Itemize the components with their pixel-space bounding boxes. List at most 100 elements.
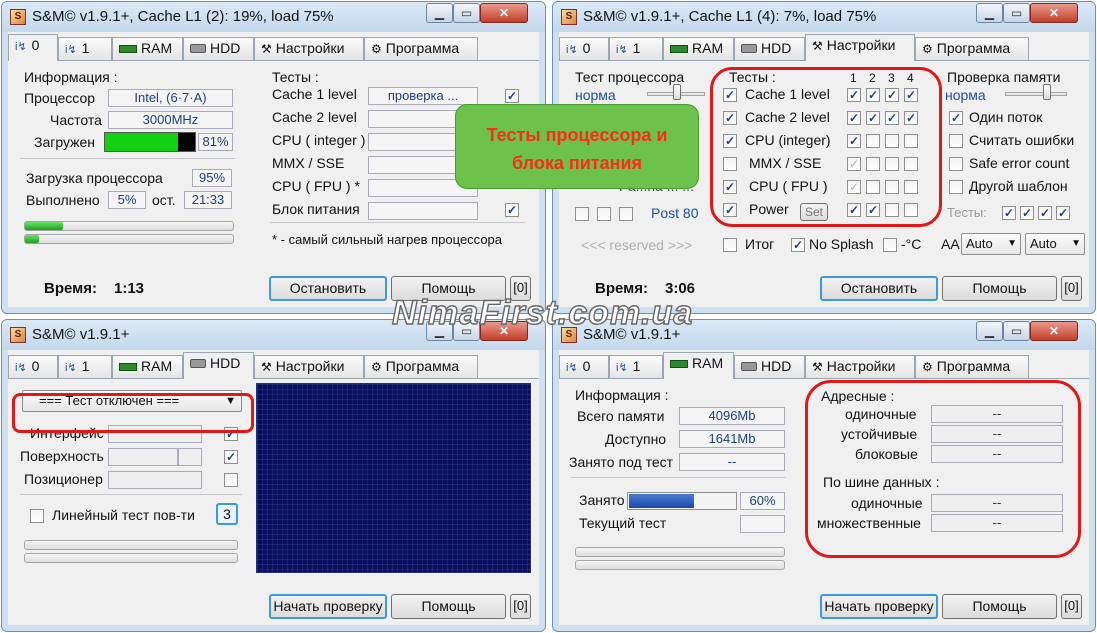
cpu-test-label: Тест процессора (575, 69, 685, 85)
tab-settings[interactable]: ⚒ Настройки (254, 37, 364, 60)
memcheck-slider-thumb[interactable] (1043, 84, 1051, 100)
linear-test-checkbox[interactable] (30, 509, 44, 523)
hdd-surface-map (256, 383, 531, 573)
tab-program[interactable]: ⚙ Программа (915, 37, 1029, 60)
cpu-load-label: Загрузка процессора (26, 170, 163, 186)
help-button[interactable]: Помощь (942, 594, 1057, 619)
tab-hdd[interactable]: HDD (734, 355, 805, 378)
tab-program[interactable]: ⚙ Программа (915, 355, 1029, 378)
celsius-checkbox[interactable] (883, 238, 897, 252)
post-checkbox-1[interactable] (575, 207, 589, 221)
tab-ram[interactable]: RAM (112, 37, 183, 60)
info-header: Информация : (575, 387, 669, 403)
help-button[interactable]: Помощь (942, 276, 1057, 301)
ram-icon (670, 45, 688, 53)
close-button[interactable]: ✕ (1030, 321, 1078, 341)
surface-value-1 (108, 448, 178, 466)
minimize-button[interactable]: ▁ (426, 3, 453, 23)
test-cache1-checkbox[interactable]: ✓ (505, 89, 519, 103)
load-meter (104, 132, 196, 152)
window-title: S&M© v1.9.1+, Cache L1 (2): 19%, load 75… (32, 8, 334, 25)
tab-0[interactable]: i↯ 0 (559, 37, 609, 60)
mem-test-checkbox-4[interactable]: ✓ (1056, 206, 1070, 220)
memcheck-slider-track[interactable] (1005, 92, 1067, 96)
title-bar[interactable]: S S&M© v1.9.1+, Cache L1 (4): 7%, load 7… (553, 2, 1095, 32)
avail-value: 1641Mb (679, 430, 785, 448)
title-bar[interactable]: S S&M© v1.9.1+, Cache L1 (2): 19%, load … (2, 2, 545, 32)
counter-button[interactable]: [0] (1061, 594, 1082, 619)
tab-0[interactable]: i↯ 0 (8, 355, 58, 378)
hdd-icon (741, 362, 757, 371)
minimize-button[interactable]: ▁ (976, 3, 1003, 23)
other-pattern-checkbox[interactable] (949, 180, 963, 194)
tab-ram[interactable]: RAM (112, 355, 183, 378)
maximize-button[interactable]: ▭ (453, 3, 480, 23)
linear-count-field[interactable]: 3 (216, 503, 238, 525)
load-value: 81% (198, 133, 233, 151)
mem-test-checkbox-1[interactable]: ✓ (1002, 206, 1016, 220)
tab-settings[interactable]: ⚒ Настройки (805, 34, 915, 61)
aa-select-1[interactable]: Auto ▼ (961, 233, 1021, 255)
wrench-icon: ⚒ (812, 39, 823, 53)
test-int-label: CPU ( integer ) (272, 132, 366, 148)
cpu-load-value: 95% (192, 169, 232, 187)
nosplash-checkbox[interactable]: ✓ (791, 238, 805, 252)
used-label: Занято (579, 492, 625, 508)
tab-ram[interactable]: RAM (663, 37, 734, 60)
tab-1[interactable]: i↯ 1 (609, 355, 663, 378)
total-value: 4096Mb (679, 407, 785, 425)
load-label: Загружен (34, 134, 96, 150)
post-checkbox-2[interactable] (597, 207, 611, 221)
tab-0[interactable]: i↯ 0 (8, 34, 58, 61)
tab-settings[interactable]: ⚒ Настройки (254, 355, 364, 378)
count-errors-checkbox[interactable] (949, 134, 963, 148)
positioner-checkbox[interactable] (224, 473, 238, 487)
itog-checkbox[interactable] (723, 238, 737, 252)
tab-0[interactable]: i↯ 0 (559, 355, 609, 378)
progress-bar-2-fill (25, 235, 39, 243)
one-thread-checkbox[interactable]: ✓ (949, 111, 963, 125)
surface-checkbox[interactable]: ✓ (224, 450, 238, 464)
ram-icon (119, 45, 137, 53)
test-mmx-label: MMX / SSE (272, 155, 345, 171)
gear-icon: ⚙ (371, 42, 382, 56)
aa-select-2[interactable]: Auto ▼ (1025, 233, 1085, 255)
tab-program[interactable]: ⚙ Программа (364, 355, 478, 378)
close-button[interactable]: ✕ (1030, 3, 1078, 23)
test-fpu-label: CPU ( FPU ) * (272, 178, 360, 194)
tab-hdd[interactable]: HDD (183, 37, 254, 60)
app-icon: S (10, 327, 26, 343)
tab-program[interactable]: ⚙ Программа (364, 37, 478, 60)
test-cache2-label: Cache 2 level (272, 109, 357, 125)
minimize-button[interactable]: ▁ (976, 321, 1003, 341)
start-button[interactable]: Начать проверку (820, 594, 938, 619)
cpu-test-slider-thumb[interactable] (673, 84, 681, 100)
tab-settings[interactable]: ⚒ Настройки (805, 355, 915, 378)
test-power-checkbox[interactable]: ✓ (505, 203, 519, 217)
counter-button[interactable]: [0] (510, 594, 531, 619)
mem-test-checkbox-2[interactable]: ✓ (1020, 206, 1034, 220)
maximize-button[interactable]: ▭ (1003, 321, 1030, 341)
mem-test-checkbox-3[interactable]: ✓ (1038, 206, 1052, 220)
counter-button[interactable]: [0] (1061, 276, 1082, 301)
tab-hdd[interactable]: HDD (734, 37, 805, 60)
tab-1[interactable]: i↯ 1 (58, 37, 112, 60)
start-button[interactable]: Начать проверку (269, 594, 387, 619)
avail-label: Доступно (605, 431, 667, 447)
current-test-label: Текущий тест (579, 515, 667, 531)
tab-1[interactable]: i↯ 1 (58, 355, 112, 378)
close-button[interactable]: ✕ (480, 3, 528, 23)
tab-ram[interactable]: RAM (663, 352, 734, 379)
tab-1[interactable]: i↯ 1 (609, 37, 663, 60)
safe-error-checkbox[interactable] (949, 157, 963, 171)
tab-hdd[interactable]: HDD (183, 352, 254, 379)
progress-bar-1 (24, 540, 238, 550)
post-checkbox-3[interactable] (619, 207, 633, 221)
help-button[interactable]: Помощь (391, 594, 506, 619)
test-cache1-label: Cache 1 level (272, 86, 357, 102)
stop-button[interactable]: Остановить (820, 276, 938, 301)
window-bottom-left: S S&M© v1.9.1+ ▁ ▭ ✕ i↯ 0 i↯ 1 RAM HDD ⚒ На… (1, 319, 546, 632)
remain-label: ост. (152, 192, 176, 208)
stop-button[interactable]: Остановить (269, 276, 387, 301)
maximize-button[interactable]: ▭ (1003, 3, 1030, 23)
